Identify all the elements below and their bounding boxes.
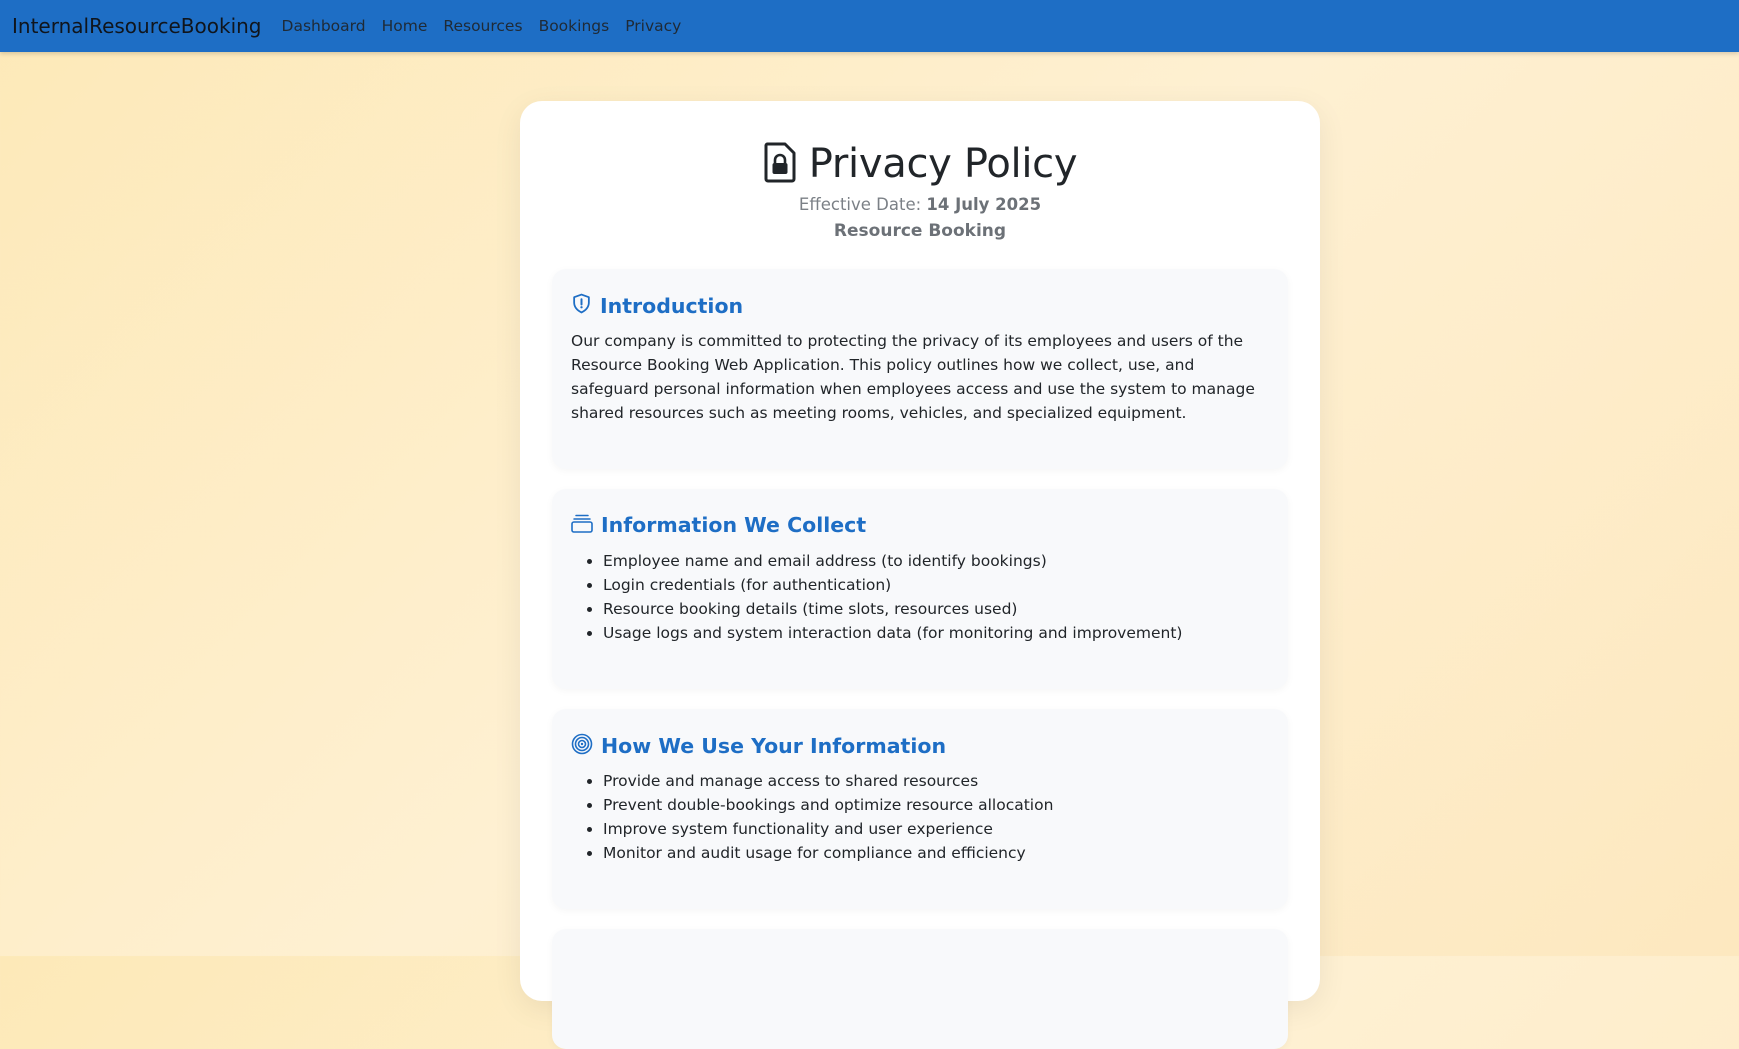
section-title: Introduction bbox=[600, 293, 744, 318]
nav-link-resources[interactable]: Resources bbox=[435, 17, 530, 35]
nav-link-privacy[interactable]: Privacy bbox=[617, 17, 689, 35]
effective-date: Effective Date: 14 July 2025 bbox=[520, 195, 1320, 214]
collected-info-list: Employee name and email address (to iden… bbox=[571, 549, 1182, 645]
page-header: Privacy Policy bbox=[520, 141, 1320, 187]
list-item: Resource booking details (time slots, re… bbox=[603, 597, 1182, 621]
section-header: Introduction bbox=[571, 293, 743, 318]
page-title: Privacy Policy bbox=[808, 141, 1078, 187]
nav-link-bookings[interactable]: Bookings bbox=[531, 17, 618, 35]
section-title: Information We Collect bbox=[601, 513, 867, 537]
section-header: How We Use Your Information bbox=[571, 733, 946, 759]
list-item: Provide and manage access to shared reso… bbox=[603, 769, 1053, 793]
file-lock-icon bbox=[763, 141, 809, 187]
section-how-we-use: How We Use Your Information Provide and … bbox=[552, 709, 1288, 909]
list-item: Employee name and email address (to iden… bbox=[603, 549, 1182, 573]
shield-exclamation-icon bbox=[571, 293, 600, 318]
list-item: Login credentials (for authentication) bbox=[603, 573, 1182, 597]
privacy-card: Privacy Policy Effective Date: 14 July 2… bbox=[520, 101, 1320, 1049]
section-body: Our company is committed to protecting t… bbox=[571, 332, 1255, 422]
effective-date-label: Effective Date: bbox=[798, 195, 922, 214]
section-next bbox=[552, 929, 1288, 1049]
navbar: InternalResourceBooking Dashboard Home R… bbox=[0, 0, 1739, 52]
page-subtitle: Resource Booking bbox=[833, 221, 1007, 241]
nav-link-dashboard[interactable]: Dashboard bbox=[274, 17, 374, 35]
list-item: Improve system functionality and user ex… bbox=[603, 817, 1053, 841]
list-item: Usage logs and system interaction data (… bbox=[603, 621, 1182, 645]
target-icon bbox=[571, 733, 601, 759]
section-introduction: Introduction Our company is committed to… bbox=[552, 269, 1288, 469]
list-item: Prevent double-bookings and optimize res… bbox=[603, 793, 1053, 817]
collection-icon bbox=[571, 513, 601, 537]
nav-link-home[interactable]: Home bbox=[374, 17, 436, 35]
section-header: Information We Collect bbox=[571, 513, 866, 537]
effective-date-value: 14 July 2025 bbox=[926, 195, 1042, 214]
usage-list: Provide and manage access to shared reso… bbox=[571, 769, 1053, 865]
list-item: Monitor and audit usage for compliance a… bbox=[603, 841, 1053, 865]
section-title: How We Use Your Information bbox=[601, 734, 947, 758]
brand-link[interactable]: InternalResourceBooking bbox=[12, 14, 262, 38]
section-information-we-collect: Information We Collect Employee name and… bbox=[552, 489, 1288, 689]
